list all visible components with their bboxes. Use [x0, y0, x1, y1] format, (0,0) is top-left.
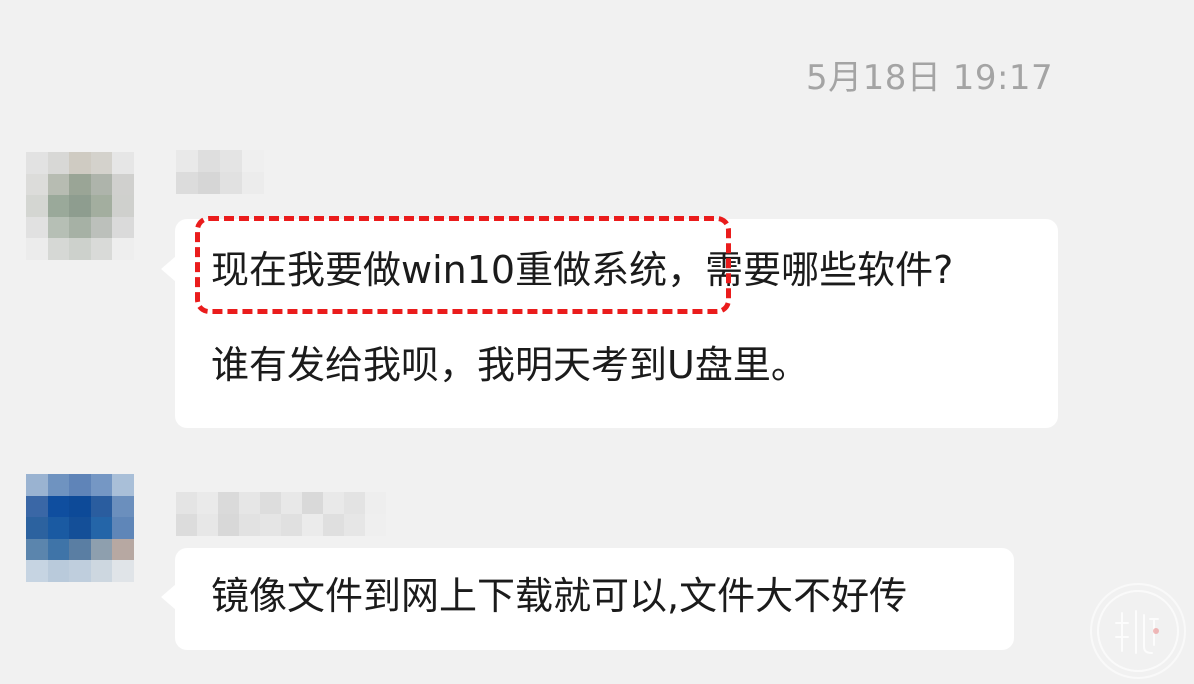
- message-timestamp: 5月18日 19:17: [806, 58, 1054, 98]
- message-text: 镜像文件到网上下载就可以,文件大不好传: [211, 574, 908, 618]
- message-text: 谁有发给我呗，我明天考到U盘里。: [211, 343, 809, 387]
- sender-name-blurred: [176, 150, 264, 194]
- sender-name-blurred: [176, 492, 386, 536]
- message-bubble[interactable]: 镜像文件到网上下载就可以,文件大不好传: [161, 548, 1014, 650]
- highlight-annotation: [195, 216, 731, 314]
- avatar[interactable]: [26, 152, 134, 260]
- avatar[interactable]: [26, 474, 134, 582]
- watermark-seal-icon: [1090, 583, 1186, 679]
